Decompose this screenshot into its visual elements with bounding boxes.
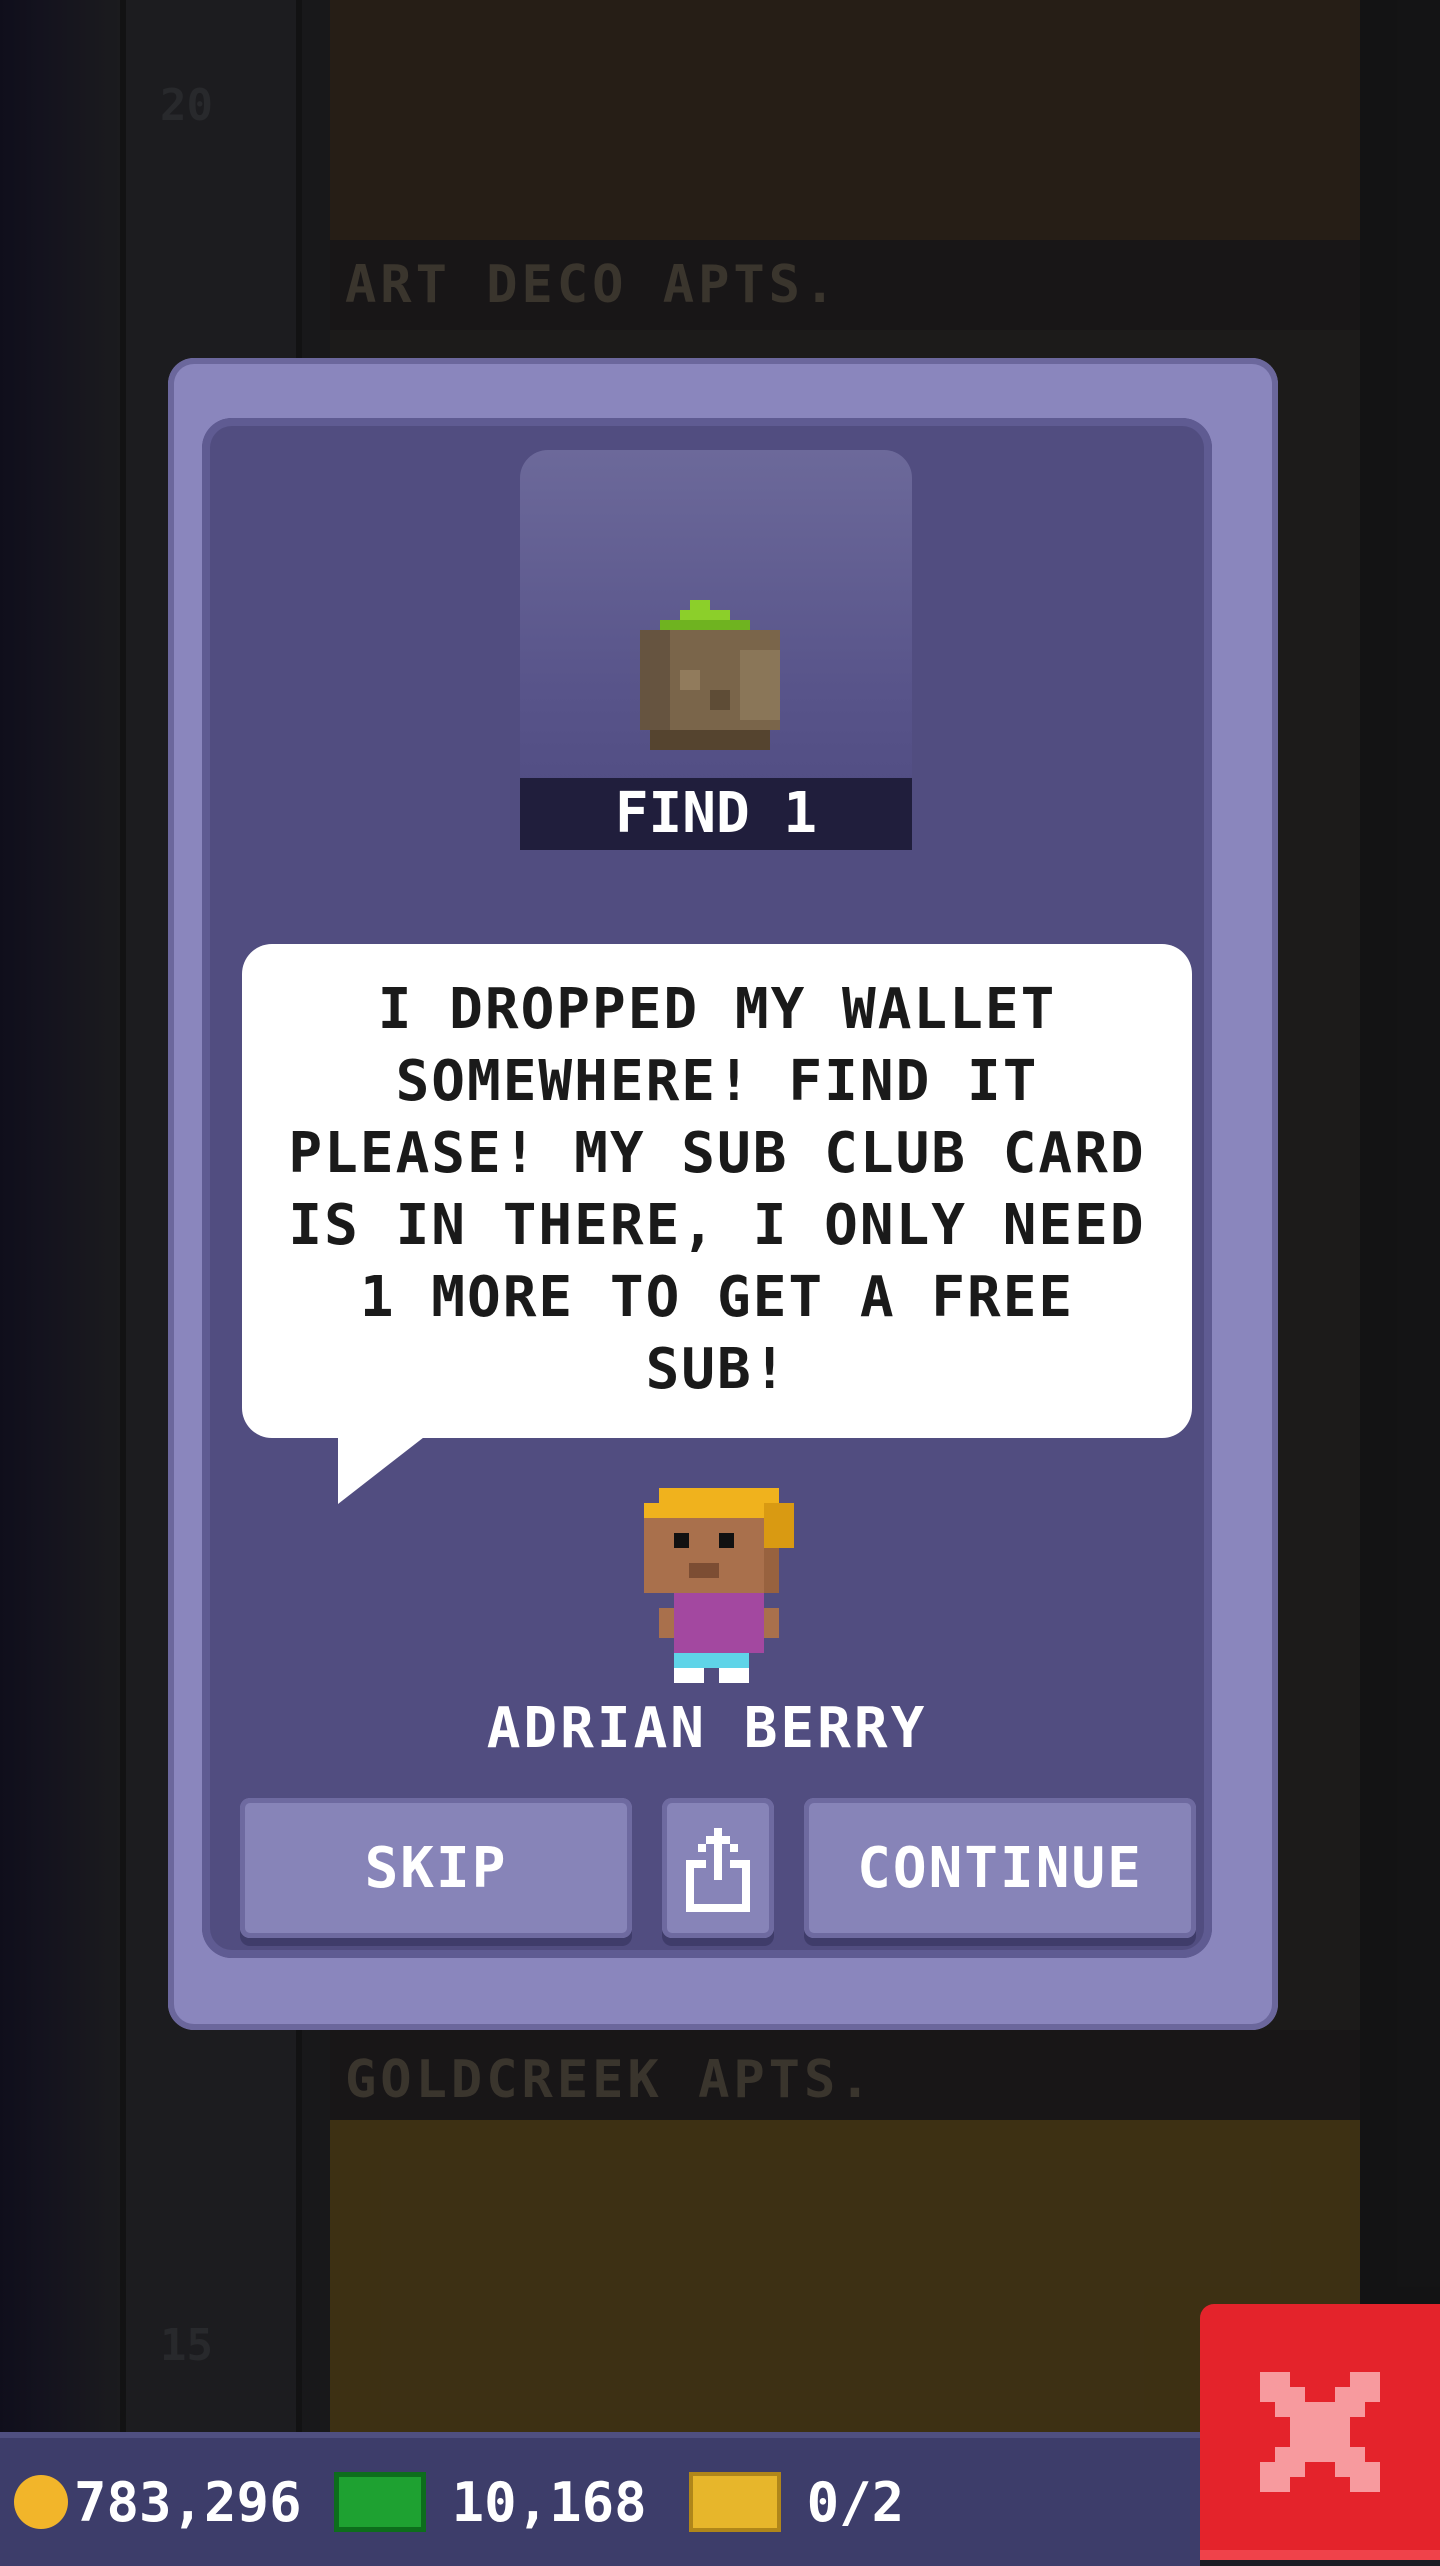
npc-name: ADRIAN BERRY [486, 1696, 928, 1761]
bux-count: 10,168 [451, 2470, 647, 2534]
close-button[interactable] [1200, 2304, 1440, 2560]
close-icon [1260, 2372, 1380, 2492]
quest-message: I DROPPED MY WALLET SOMEWHERE! FIND IT P… [288, 977, 1146, 1402]
quest-item-card: FIND 1 [520, 450, 912, 850]
quest-label: FIND 1 [520, 778, 912, 850]
speech-bubble: I DROPPED MY WALLET SOMEWHERE! FIND IT P… [242, 944, 1192, 1438]
ticket-icon[interactable] [688, 2472, 781, 2532]
continue-button[interactable]: CONTINUE [804, 1798, 1196, 1938]
skip-button-label: SKIP [364, 1835, 508, 1901]
share-button[interactable] [662, 1798, 774, 1938]
potted-plant-icon [640, 600, 780, 750]
speech-bubble-tail [338, 1434, 428, 1504]
continue-button-label: CONTINUE [857, 1835, 1143, 1901]
quest-dialog: FIND 1 I DROPPED MY WALLET SOMEWHERE! FI… [168, 358, 1278, 2030]
tower-bux-icon[interactable] [333, 2472, 426, 2532]
npc-avatar [644, 1488, 794, 1683]
ticket-count: 0/2 [806, 2470, 905, 2534]
share-icon [686, 1828, 750, 1912]
coin-icon [14, 2475, 68, 2529]
coin-count: 783,296 [74, 2470, 302, 2534]
currency-bar: 783,296 10,168 0/2 [0, 2432, 1200, 2566]
skip-button[interactable]: SKIP [240, 1798, 632, 1938]
